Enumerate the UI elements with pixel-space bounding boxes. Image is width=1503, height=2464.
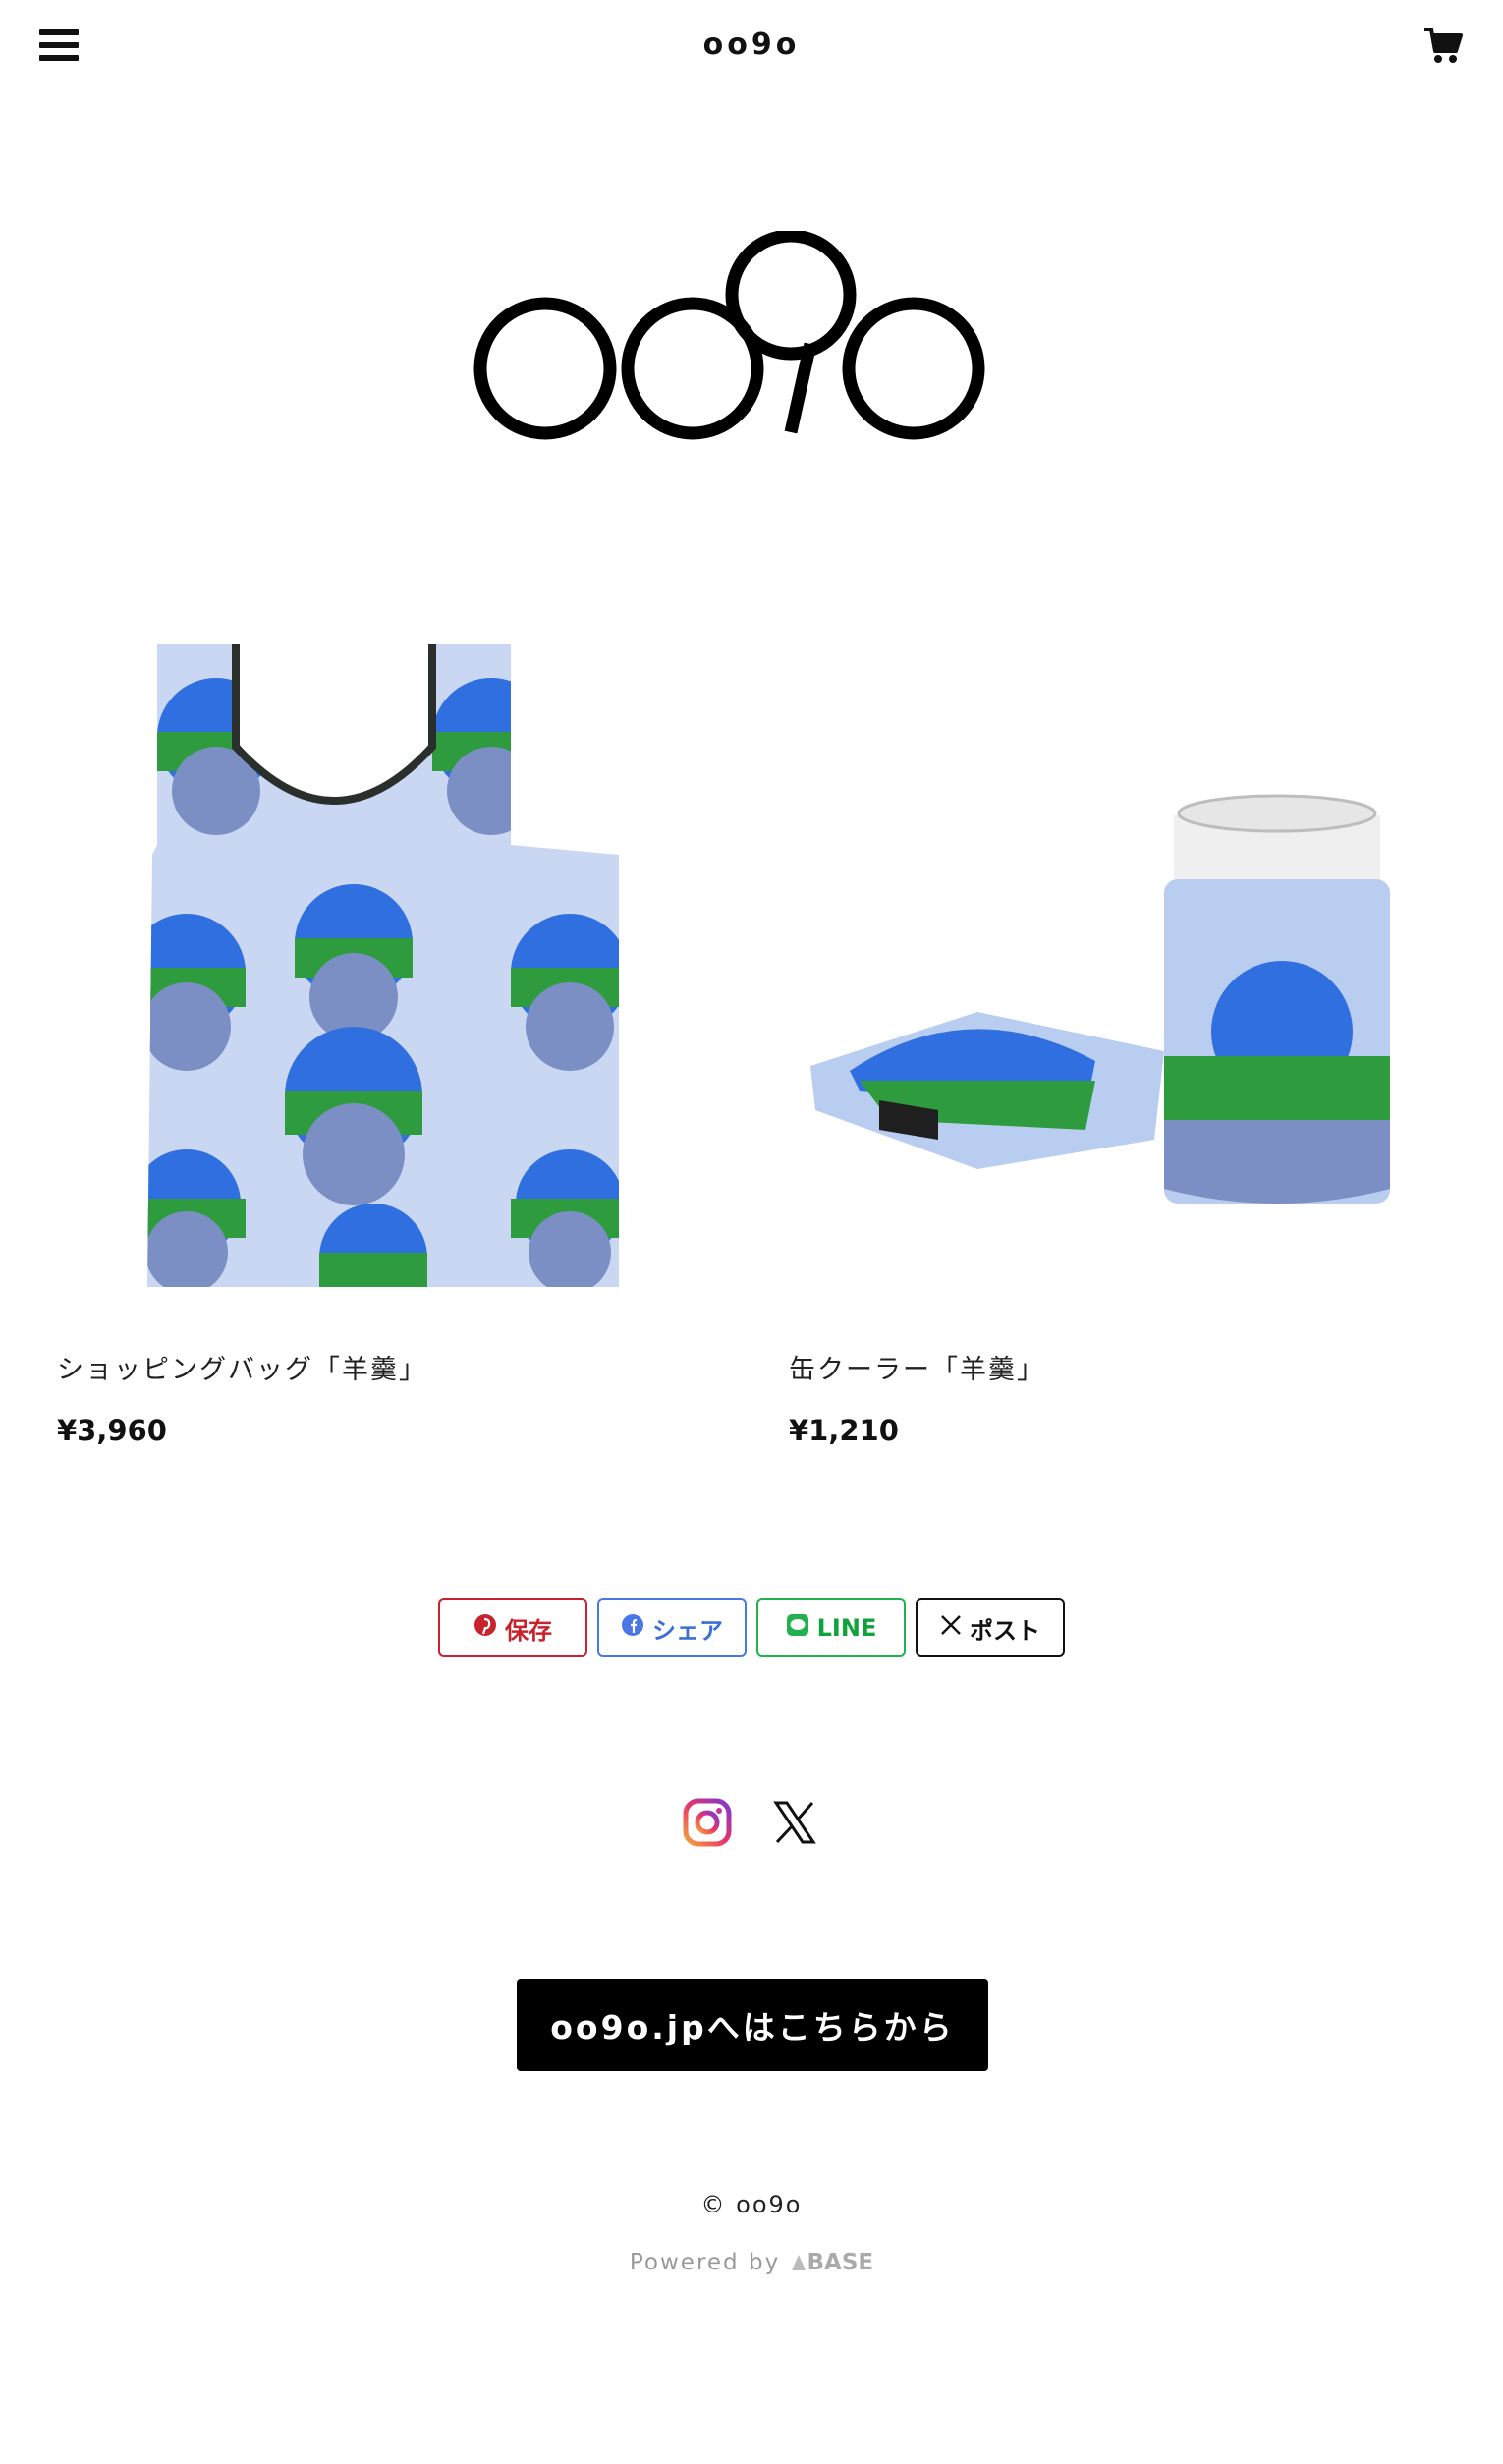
x-post-label: ポスト (970, 1616, 1040, 1645)
base-logo-icon (791, 2255, 806, 2270)
powered-by[interactable]: Powered by BASE (0, 2250, 1503, 2275)
facebook-icon (621, 1613, 644, 1643)
product-card[interactable]: 缶クーラー「羊羹」 ¥1,210 (771, 619, 1459, 1447)
shopping-cart-icon[interactable] (1422, 26, 1464, 67)
share-buttons: 保存 シェア LINE ポスト (438, 1598, 1067, 1659)
x-icon[interactable] (773, 1800, 816, 1845)
facebook-share-button[interactable]: シェア (597, 1598, 747, 1657)
product-price: ¥1,210 (789, 1414, 899, 1447)
instagram-icon[interactable] (683, 1798, 732, 1847)
pinterest-save-label: 保存 (505, 1616, 552, 1645)
product-image-shopping-bag[interactable] (39, 619, 727, 1307)
base-logo[interactable]: BASE (790, 2250, 874, 2275)
oo9o-site-link-button[interactable]: oo9o.jpへはこちらから (517, 1979, 988, 2071)
product-card[interactable]: ショッピングバッグ「羊羹」 ¥3,960 (39, 619, 727, 1447)
brand-logo[interactable] (472, 229, 1031, 447)
facebook-share-label: シェア (652, 1616, 723, 1645)
pinterest-icon (473, 1613, 497, 1643)
header: oo9o (0, 0, 1503, 98)
product-price: ¥3,960 (57, 1414, 167, 1447)
site-title[interactable]: oo9o (0, 28, 1503, 62)
copyright: © oo9o (700, 2191, 803, 2218)
base-brand-label: BASE (807, 2250, 874, 2275)
pinterest-save-button[interactable]: 保存 (438, 1598, 587, 1657)
line-share-label: LINE (816, 1614, 877, 1642)
product-name[interactable]: 缶クーラー「羊羹」 (771, 1348, 1459, 1386)
x-logo-icon (940, 1614, 962, 1642)
social-links (683, 1798, 820, 1849)
powered-by-label: Powered by (629, 2250, 781, 2275)
line-share-button[interactable]: LINE (756, 1598, 906, 1657)
line-icon (786, 1613, 809, 1643)
product-name[interactable]: ショッピングバッグ「羊羹」 (39, 1348, 727, 1386)
x-post-button[interactable]: ポスト (916, 1598, 1065, 1657)
product-image-can-cooler[interactable] (771, 619, 1459, 1307)
